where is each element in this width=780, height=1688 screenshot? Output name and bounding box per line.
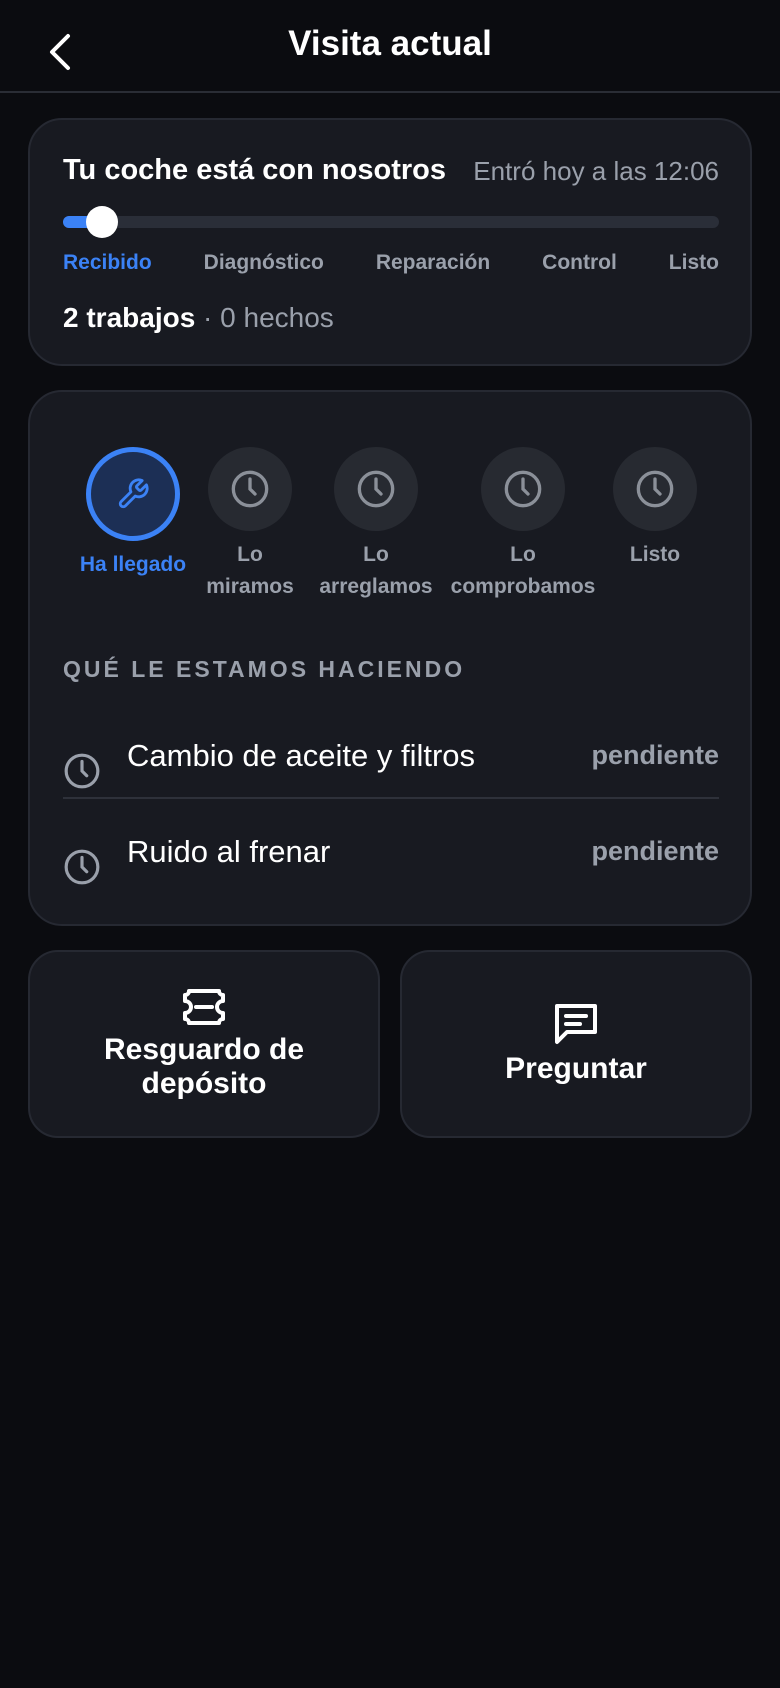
step-lo-arreglamos: Lo arreglamos [306,447,446,603]
step-label: Lo comprobamos [450,543,596,598]
step-circle [613,447,697,531]
header-bar: Visita actual [0,0,780,93]
section-title: QUÉ LE ESTAMOS HACIENDO [63,656,466,682]
divider [63,797,719,799]
ask-label: Preguntar [505,1052,647,1085]
step-circle-active [86,447,180,541]
step-circle [334,447,418,531]
clock-icon [231,470,269,508]
job-name: Cambio de aceite y filtros [127,738,476,773]
job-status: pendiente [591,836,719,866]
step-circle [208,447,292,531]
job-row[interactable]: Ruido al frenar pendiente [63,818,719,914]
stage-label-control: Control [542,251,617,274]
status-card: Tu coche está con nosotros Entró hoy a l… [28,118,752,366]
ticket-icon [183,989,225,1025]
clock-icon [64,753,100,789]
deposit-receipt-label: Resguardo de depósito [103,1033,305,1100]
page-title: Visita actual [288,24,492,63]
step-label: Listo [629,543,681,566]
step-lo-miramos: Lo miramos [180,447,320,603]
clock-icon [636,470,674,508]
jobs-count: 2 trabajos [63,302,196,333]
progress-knob[interactable] [86,206,119,238]
job-name: Ruido al frenar [127,834,331,869]
step-label: Lo miramos [206,543,294,598]
step-listo: Listo [585,447,725,571]
entry-time: Entró hoy a las 12:06 [473,156,719,186]
jobs-done: · 0 hechos [195,302,334,333]
step-lo-comprobamos: Lo comprobamos [443,447,603,603]
status-title: Tu coche está con nosotros [63,154,446,186]
clock-icon [64,849,100,885]
stage-label-diagnostico: Diagnóstico [203,251,324,274]
step-label: Lo arreglamos [319,543,433,598]
wrench-icon [118,478,149,509]
job-status: pendiente [591,740,719,770]
stage-label-recibido: Recibido [63,251,152,274]
jobs-summary: 2 trabajos · 0 hechos [63,302,334,334]
job-row[interactable]: Cambio de aceite y filtros pendiente [63,722,719,818]
ask-button[interactable]: Preguntar [400,950,752,1138]
deposit-receipt-button[interactable]: Resguardo de depósito [28,950,380,1138]
clock-icon [357,470,395,508]
step-circle [481,447,565,531]
steps-card: Ha llegado Lo miramos Lo arreglamos Lo c… [28,390,752,926]
message-icon [555,1004,597,1044]
progress-track [63,206,719,238]
clock-icon [504,470,542,508]
stage-labels: Recibido Diagnóstico Reparación Control … [63,251,719,275]
stage-label-reparacion: Reparación [375,251,491,274]
step-label: Ha llegado [79,553,187,576]
stage-label-listo: Listo [668,251,719,274]
